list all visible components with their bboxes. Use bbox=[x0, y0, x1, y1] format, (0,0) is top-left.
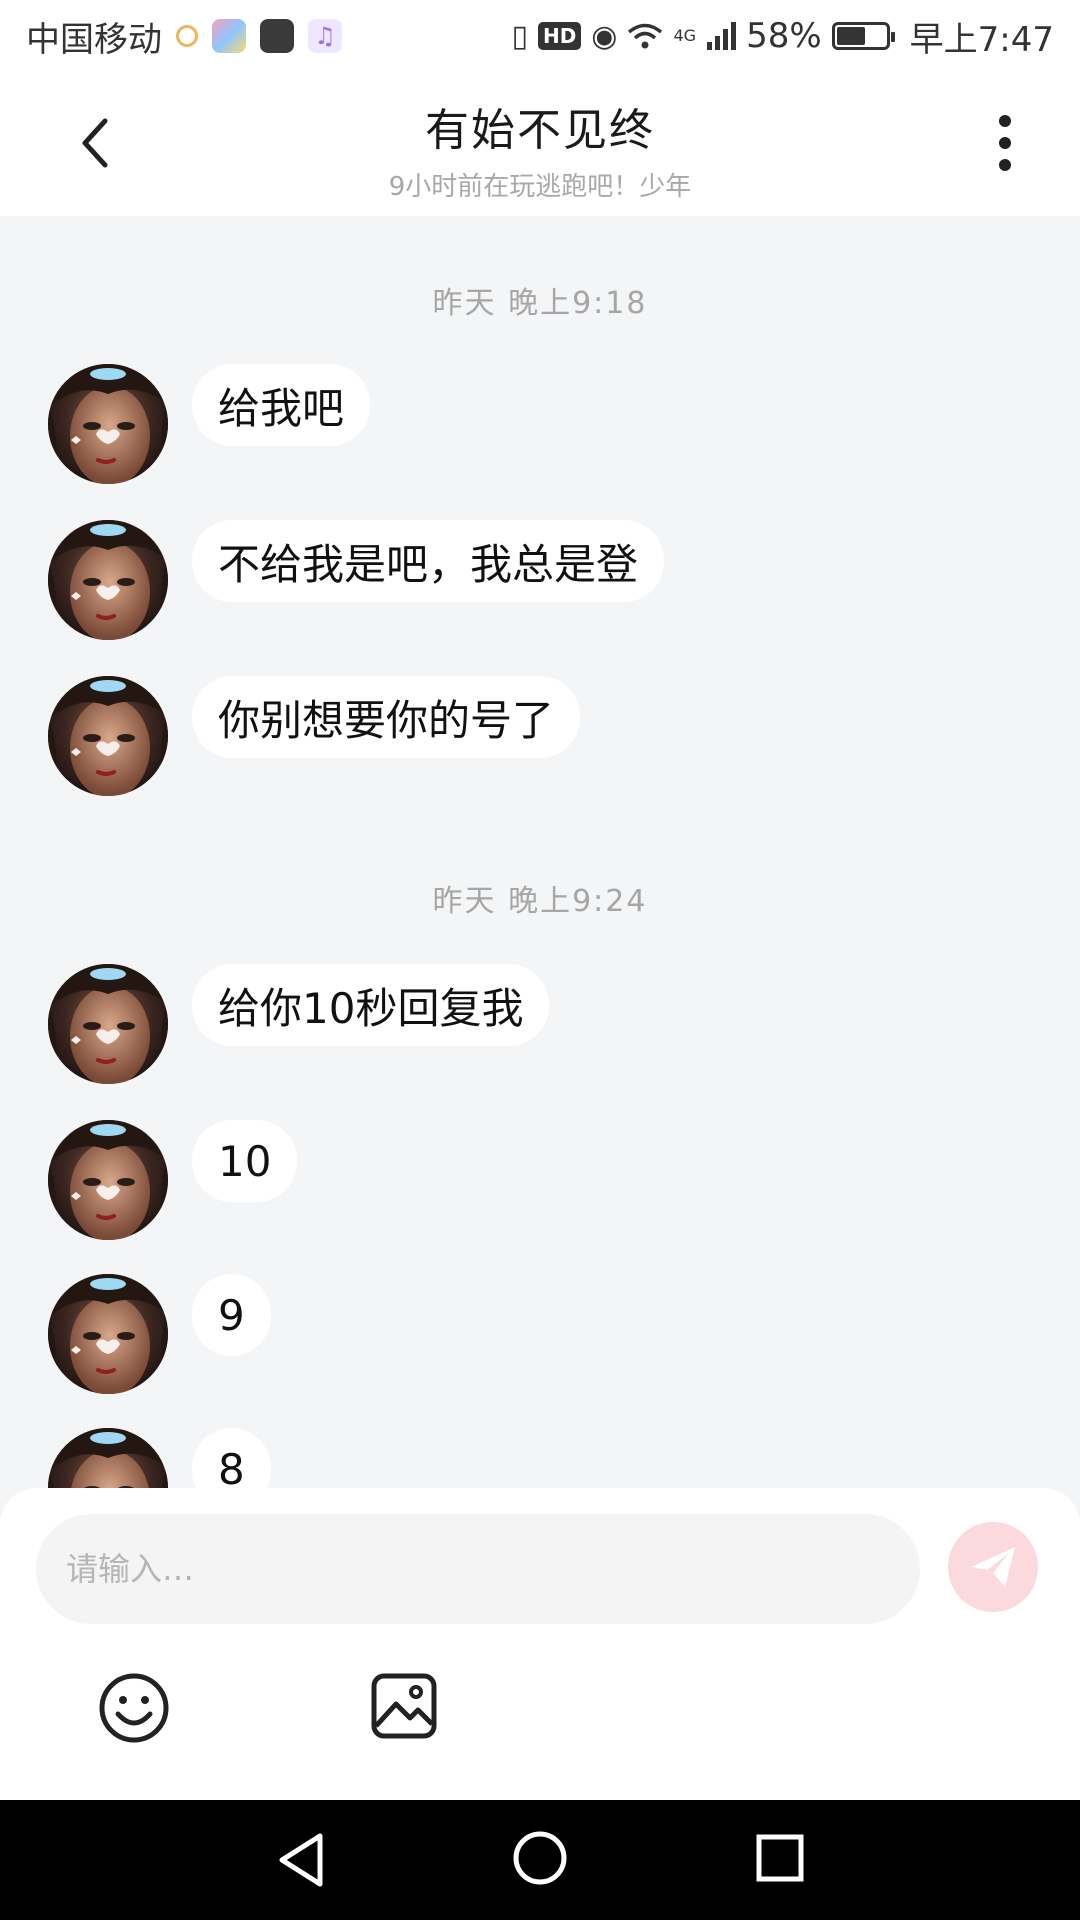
music-app-icon: ♫ bbox=[308, 19, 342, 53]
avatar[interactable] bbox=[48, 1428, 168, 1488]
contact-name: 有始不见终 bbox=[425, 105, 655, 156]
signal-icon bbox=[707, 22, 737, 50]
image-button[interactable] bbox=[370, 1672, 438, 1740]
paper-plane-icon bbox=[971, 1547, 1015, 1587]
more-options-button[interactable] bbox=[970, 108, 1040, 178]
square-recents-icon bbox=[756, 1834, 804, 1882]
message-input[interactable] bbox=[36, 1514, 920, 1624]
smiley-icon bbox=[99, 1673, 169, 1743]
carrier-label: 中国移动 bbox=[26, 19, 162, 60]
timestamp: 昨天 晚上9:24 bbox=[432, 884, 648, 919]
message-bubble[interactable]: 不给我是吧，我总是登 bbox=[192, 520, 665, 602]
message-row: 8 bbox=[48, 1428, 271, 1488]
send-button[interactable] bbox=[948, 1522, 1038, 1612]
more-vertical-icon bbox=[999, 115, 1011, 171]
notification-app-icon bbox=[176, 25, 198, 47]
avatar[interactable] bbox=[48, 520, 168, 640]
avatar[interactable] bbox=[48, 1274, 168, 1394]
timestamp: 昨天 晚上9:18 bbox=[432, 286, 648, 321]
vibrate-icon: ▯ bbox=[511, 18, 528, 54]
message-row: 给你10秒回复我 bbox=[48, 964, 550, 1084]
nav-back-button[interactable] bbox=[270, 1828, 334, 1892]
chat-area[interactable]: 昨天 晚上9:18 给我吧 不给我是吧，我总是登 你别想要你的号了 昨天 晚上9… bbox=[0, 216, 1080, 1488]
triangle-back-icon bbox=[279, 1833, 323, 1887]
battery-icon bbox=[831, 22, 895, 50]
input-panel bbox=[0, 1488, 1080, 1800]
status-bar: 中国移动 ♫ ▯ HD ◉ 4G 58% 早上7:47 bbox=[0, 0, 1080, 72]
circle-home-icon bbox=[513, 1831, 567, 1885]
contact-status: 9小时前在玩逃跑吧！少年 bbox=[388, 172, 692, 202]
network-type-label: 4G bbox=[673, 25, 697, 45]
message-bubble[interactable]: 给你10秒回复我 bbox=[192, 964, 550, 1046]
emoji-button[interactable] bbox=[98, 1672, 170, 1744]
message-row: 给我吧 bbox=[48, 364, 371, 484]
hd-badge: HD bbox=[537, 22, 582, 50]
clock: 早上7:47 bbox=[909, 19, 1054, 60]
nav-home-button[interactable] bbox=[508, 1826, 572, 1890]
message-row: 你别想要你的号了 bbox=[48, 676, 581, 796]
avatar[interactable] bbox=[48, 964, 168, 1084]
message-bubble[interactable]: 8 bbox=[192, 1428, 271, 1488]
message-row: 10 bbox=[48, 1120, 298, 1240]
huawei-app-icon bbox=[260, 19, 294, 53]
chat-header: 有始不见终 9小时前在玩逃跑吧！少年 bbox=[0, 72, 1080, 216]
avatar[interactable] bbox=[48, 676, 168, 796]
avatar[interactable] bbox=[48, 1120, 168, 1240]
system-nav-bar bbox=[0, 1800, 1080, 1920]
battery-percent: 58% bbox=[746, 16, 822, 56]
wifi-icon bbox=[628, 23, 663, 49]
message-bubble[interactable]: 10 bbox=[192, 1120, 298, 1202]
message-bubble[interactable]: 你别想要你的号了 bbox=[192, 676, 581, 758]
avatar[interactable] bbox=[48, 364, 168, 484]
message-row: 9 bbox=[48, 1274, 271, 1394]
eye-icon: ◉ bbox=[591, 18, 618, 54]
image-icon bbox=[371, 1673, 437, 1739]
message-bubble[interactable]: 给我吧 bbox=[192, 364, 371, 446]
gallery-app-icon bbox=[212, 19, 246, 53]
nav-recents-button[interactable] bbox=[750, 1828, 810, 1888]
message-row: 不给我是吧，我总是登 bbox=[48, 520, 665, 640]
battery-level bbox=[836, 27, 865, 45]
message-bubble[interactable]: 9 bbox=[192, 1274, 271, 1356]
